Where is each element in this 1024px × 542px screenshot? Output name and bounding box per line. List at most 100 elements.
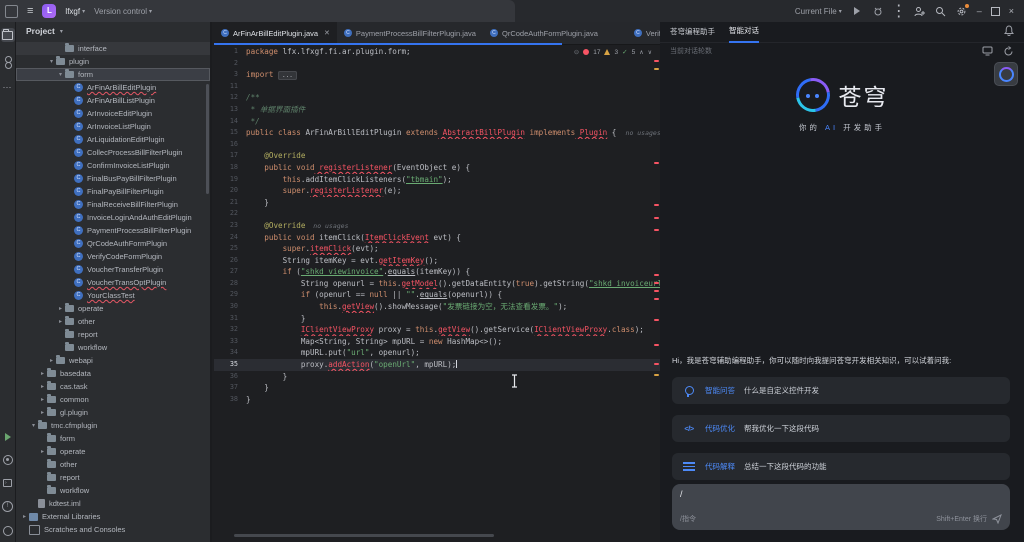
send-icon[interactable]	[992, 514, 1002, 524]
line-number[interactable]: 12	[214, 92, 246, 104]
error-stripe-mark[interactable]	[654, 217, 659, 219]
next-issue-icon[interactable]: ∨	[648, 49, 652, 56]
close-tab-icon[interactable]: ✕	[324, 29, 330, 37]
tree-item[interactable]: other	[16, 458, 210, 471]
code-line[interactable]: 28 String openurl = this.getModel().getD…	[214, 278, 660, 290]
editor-tab[interactable]: CArFinArBillEditPlugin.java✕	[214, 22, 337, 44]
code-line[interactable]: 30 this.getView().showMessage("发票链接为空，无法…	[214, 301, 660, 313]
editor-tab[interactable]: CQrCodeAuthFormPlugin.java	[483, 22, 605, 44]
tree-item[interactable]: CArInvoiceListPlugin	[16, 120, 210, 133]
code-line[interactable]: 11	[214, 81, 660, 93]
share-screen-icon[interactable]	[982, 46, 993, 56]
tree-item[interactable]: ▸External Libraries	[16, 510, 210, 523]
code-line[interactable]: 3import ...	[214, 69, 660, 81]
tree-chevron-icon[interactable]: ▸	[56, 305, 65, 312]
tree-chevron-icon[interactable]: ▸	[56, 318, 65, 325]
line-number[interactable]: 29	[214, 289, 246, 301]
code-line[interactable]: 26 String itemKey = evt.getItemKey();	[214, 255, 660, 267]
line-number[interactable]: 17	[214, 150, 246, 162]
chat-input[interactable]: / /指令 Shift+Enter 换行	[672, 484, 1010, 530]
editor-tab[interactable]: CVerify...	[627, 22, 660, 44]
tree-item[interactable]: workflow	[16, 484, 210, 497]
tree-item[interactable]: ▸common	[16, 393, 210, 406]
line-number[interactable]: 16	[214, 139, 246, 151]
line-number[interactable]: 37	[214, 382, 246, 394]
debug-tool-button[interactable]	[3, 455, 13, 465]
code-line[interactable]: 32 IClientViewProxy proxy = this.getView…	[214, 324, 660, 336]
tree-item[interactable]: ▾form	[16, 68, 210, 81]
project-switcher[interactable]: lfxgf ▾	[65, 7, 85, 16]
tree-item[interactable]: ▸other	[16, 315, 210, 328]
tree-item[interactable]: CArFinArBillEditPlugin	[16, 81, 210, 94]
tree-item[interactable]: CYourClassTest	[16, 289, 210, 302]
tree-item[interactable]: workflow	[16, 341, 210, 354]
code-line[interactable]: 24 public void itemClick(ItemClickEvent …	[214, 232, 660, 244]
suggestion-card[interactable]: </>代码优化帮我优化一下这段代码	[672, 415, 1010, 442]
line-number[interactable]: 23	[214, 220, 246, 232]
tree-item[interactable]: CFinalBusPayBillFilterPlugin	[16, 172, 210, 185]
line-number[interactable]: 30	[214, 301, 246, 313]
line-number[interactable]: 2	[214, 58, 246, 70]
tree-item[interactable]: ▸webapi	[16, 354, 210, 367]
prev-issue-icon[interactable]: ∧	[639, 49, 643, 56]
tree-chevron-icon[interactable]: ▸	[47, 357, 56, 364]
terminal-tool-button[interactable]: ›	[3, 479, 12, 487]
code-line[interactable]: 38}	[214, 394, 660, 406]
line-number[interactable]: 38	[214, 394, 246, 406]
tree-item[interactable]: CVoucherTransOptPlugin	[16, 276, 210, 289]
close-button[interactable]: ×	[1009, 6, 1014, 16]
tree-item[interactable]: CFinalPayBillFilterPlugin	[16, 185, 210, 198]
tree-item[interactable]: CFinalReceiveBillFilterPlugin	[16, 198, 210, 211]
code-line[interactable]: 31 }	[214, 313, 660, 325]
tree-item[interactable]: CArInvoiceEditPlugin	[16, 107, 210, 120]
code-line[interactable]: 19 this.addItemClickListeners("tbmain");	[214, 174, 660, 186]
tree-item[interactable]: CVoucherTransferPlugin	[16, 263, 210, 276]
code-line[interactable]: 12/**	[214, 92, 660, 104]
code-line[interactable]: 35 proxy.addAction("openUrl", mpURL);	[214, 359, 660, 371]
tree-chevron-icon[interactable]: ▾	[29, 422, 38, 429]
tree-item[interactable]: kdtest.iml	[16, 497, 210, 510]
error-stripe-mark[interactable]	[654, 290, 659, 292]
tree-chevron-icon[interactable]: ▾	[56, 71, 65, 78]
project-tool-button[interactable]	[1, 28, 15, 42]
tree-item[interactable]: CCollecProcessBillFilterPlugin	[16, 146, 210, 159]
error-stripe-mark[interactable]	[654, 282, 659, 284]
line-number[interactable]: 15	[214, 127, 246, 139]
vcs-widget[interactable]: Version control ▾	[94, 7, 152, 16]
more-options-button[interactable]: ⋮	[893, 5, 905, 17]
tree-item[interactable]: ▸cas.task	[16, 380, 210, 393]
structure-tool-button[interactable]	[4, 56, 12, 68]
line-number[interactable]: 13	[214, 104, 246, 116]
run-tool-button[interactable]	[5, 433, 11, 441]
line-number[interactable]: 34	[214, 347, 246, 359]
tree-item[interactable]: Scratches and Consoles	[16, 523, 210, 536]
tree-item[interactable]: CVerifyCodeFormPlugin	[16, 250, 210, 263]
tree-item[interactable]: CArFinArBillListPlugin	[16, 94, 210, 107]
code-line[interactable]: 18 public void registerListener(EventObj…	[214, 162, 660, 174]
line-number[interactable]: 28	[214, 278, 246, 290]
settings-button[interactable]	[956, 5, 968, 17]
code-line[interactable]: 15public class ArFinArBillEditPlugin ext…	[214, 127, 660, 139]
line-number[interactable]: 20	[214, 185, 246, 197]
tree-item[interactable]: interface	[16, 42, 210, 55]
problems-tool-button[interactable]: !	[2, 501, 13, 512]
line-number[interactable]: 36	[214, 371, 246, 383]
line-number[interactable]: 26	[214, 255, 246, 267]
error-stripe-mark[interactable]	[654, 60, 659, 62]
tree-item[interactable]: CConfirmInvoiceListPlugin	[16, 159, 210, 172]
code-line[interactable]: 29 if (openurl == null || "".equals(open…	[214, 289, 660, 301]
code-line[interactable]: 14 */	[214, 116, 660, 128]
code-line[interactable]: 17 @Override	[214, 150, 660, 162]
code-line[interactable]: 20 super.registerListener(e);	[214, 185, 660, 197]
error-stripe-mark[interactable]	[654, 68, 659, 70]
main-menu-icon[interactable]: ≡	[27, 6, 33, 17]
tree-item[interactable]: CQrCodeAuthFormPlugin	[16, 237, 210, 250]
horizontal-scrollbar[interactable]	[234, 534, 494, 537]
code-line[interactable]: 37 }	[214, 382, 660, 394]
tree-chevron-icon[interactable]: ▸	[38, 409, 47, 416]
code-line[interactable]: 22	[214, 208, 660, 220]
tree-chevron-icon[interactable]: ▸	[38, 448, 47, 455]
code-editor[interactable]: 1package lfx.lfxgf.fi.ar.plugin.form;23i…	[214, 46, 660, 405]
code-line[interactable]: 34 mpURL.put("url", openurl);	[214, 347, 660, 359]
run-button[interactable]	[851, 5, 863, 17]
